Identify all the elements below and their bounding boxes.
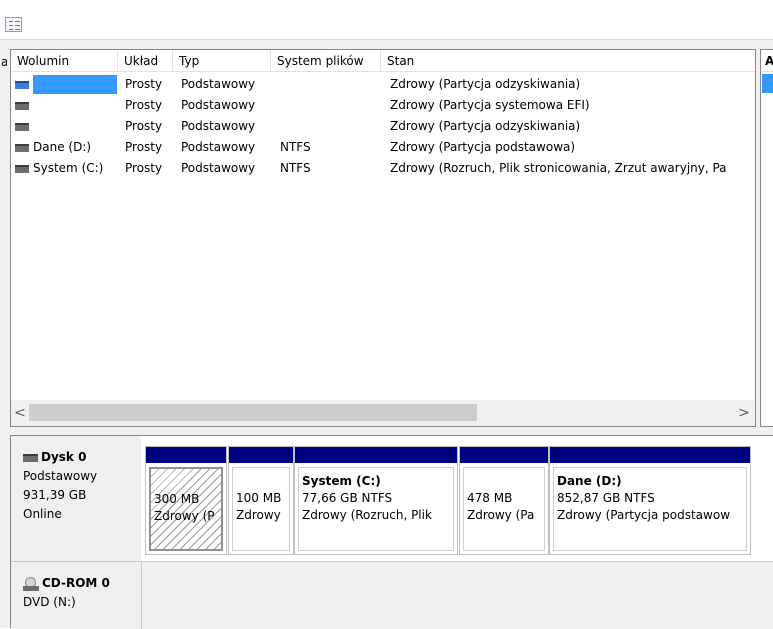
table-row[interactable]: Dane (D:) Prosty Podstawowy NTFS Zdrowy (Par… [11,137,755,158]
cell-volume [33,74,123,95]
cell-layout: Prosty [125,119,163,133]
cell-type: Podstawowy [181,161,256,175]
disk-0-label[interactable]: Dysk 0 Podstawowy 931,39 GB Online [11,436,141,561]
cell-status: Zdrowy (Partycja podstawowa) [390,140,576,154]
right-pane[interactable]: A [760,49,773,427]
cell-filesystem [280,95,388,116]
volume-icon [15,123,29,131]
cell-status: Zdrowy (Partycja systemowa EFI) [390,98,590,112]
column-header-status[interactable]: Stan [381,50,755,72]
cdrom-0-type: DVD (N:) [23,595,76,609]
volume-list[interactable]: Wolumin Układ Typ System plików Stan Pro… [10,49,756,427]
disk-0-name: Dysk 0 [41,450,87,464]
cell-filesystem [280,116,388,137]
partition-size: 478 MB [467,491,513,505]
partition-body: System (C:) 77,66 GB NTFS Zdrowy (Rozruch,… [298,467,454,551]
table-row[interactable]: Prosty Podstawowy Zdrowy (Partycja odzyski… [11,116,755,137]
partition-header-bar [146,447,226,463]
cell-layout: Prosty [125,140,163,154]
partition-body: 478 MB Zdrowy (Pa [463,467,545,551]
partition-status: Zdrowy (Partycja podstawow [557,508,731,522]
partition-4[interactable]: Dane (D:) 852,87 GB NTFS Zdrowy (Partycja … [549,446,751,555]
disk-0-status: Online [23,507,62,521]
disk-0-size: 931,39 GB [23,488,87,502]
cell-status: Zdrowy (Rozruch, Plik stronicowania, Zrz… [390,161,727,175]
scrollbar-thumb[interactable] [29,404,477,421]
partition-status: Zdrowy (Rozruch, Plik [302,508,432,522]
volume-icon [15,102,29,110]
table-row[interactable]: Prosty Podstawowy Zdrowy (Partycja odzyski… [11,74,755,95]
partition-status: Zdrowy (Pa [467,508,535,522]
partition-3[interactable]: 478 MB Zdrowy (Pa [459,446,549,555]
cell-status: Zdrowy (Partycja odzyskiwania) [390,119,581,133]
partition-1[interactable]: 100 MB Zdrowy [228,446,294,555]
right-pane-header[interactable]: A [761,50,773,72]
table-row[interactable]: System (C:) Prosty Podstawowy NTFS Zdrowy (R… [11,158,755,179]
volume-icon [15,81,29,89]
column-header-layout[interactable]: Układ [118,50,173,72]
right-pane-selected-row[interactable] [762,74,773,93]
partition-status: Zdrowy [236,508,281,522]
cell-layout: Prosty [125,77,163,91]
partition-size: 100 MB [236,491,282,505]
partition-size: 300 MB [154,492,200,506]
partition-size: 77,66 GB NTFS [302,491,393,505]
volume-icon [15,165,29,173]
cell-volume: System (C:) [33,161,104,175]
cell-filesystem: NTFS [280,161,311,175]
partition-header-bar [550,447,750,463]
cell-volume [33,95,123,116]
cdrom-0-label[interactable]: CD-ROM 0 DVD (N:) [11,562,141,629]
volume-icon [15,144,29,152]
partition-status: Zdrowy (P [154,509,215,523]
partition-title: Dane (D:) [557,474,622,488]
properties-list-icon[interactable] [5,17,22,32]
partition-2[interactable]: System (C:) 77,66 GB NTFS Zdrowy (Rozruch,… [294,446,458,555]
cell-type: Podstawowy [181,140,256,154]
partition-body: 100 MB Zdrowy [232,467,290,551]
disk-0-type: Podstawowy [23,469,98,483]
horizontal-scrollbar[interactable]: < > [11,400,755,426]
left-pane-edge-text: a [1,55,7,69]
cell-type: Podstawowy [181,119,256,133]
cell-volume [33,116,123,137]
partition-title: System (C:) [302,474,381,488]
cell-filesystem: NTFS [280,140,311,154]
cell-layout: Prosty [125,161,163,175]
partition-body: 300 MB Zdrowy (P [149,467,223,551]
cell-layout: Prosty [125,98,163,112]
cell-filesystem [280,74,388,95]
cdrom-0-name: CD-ROM 0 [42,576,110,590]
partition-header-bar [460,447,548,463]
cell-type: Podstawowy [181,98,256,112]
partition-size: 852,87 GB NTFS [557,491,655,505]
toolbar [0,0,773,40]
scroll-left-arrow-icon[interactable]: < [13,403,27,423]
partition-body: Dane (D:) 852,87 GB NTFS Zdrowy (Partycja … [553,467,747,551]
column-header-volume[interactable]: Wolumin [11,50,118,72]
scroll-right-arrow-icon[interactable]: > [737,403,751,423]
disk-map: Dysk 0 Podstawowy 931,39 GB Online 300 M… [10,435,773,629]
cell-volume: Dane (D:) [33,140,92,154]
table-row[interactable]: Prosty Podstawowy Zdrowy (Partycja systemo… [11,95,755,116]
column-header-type[interactable]: Typ [173,50,271,72]
cell-status: Zdrowy (Partycja odzyskiwania) [390,77,581,91]
partition-header-bar [295,447,457,463]
column-header-filesystem[interactable]: System plików [271,50,381,72]
cdrom-0-empty-area [141,562,773,629]
partition-0[interactable]: 300 MB Zdrowy (P [145,446,227,555]
cell-type: Podstawowy [181,77,256,91]
partition-header-bar [229,447,293,463]
hard-disk-icon [23,453,38,462]
cd-rom-icon [23,576,39,591]
